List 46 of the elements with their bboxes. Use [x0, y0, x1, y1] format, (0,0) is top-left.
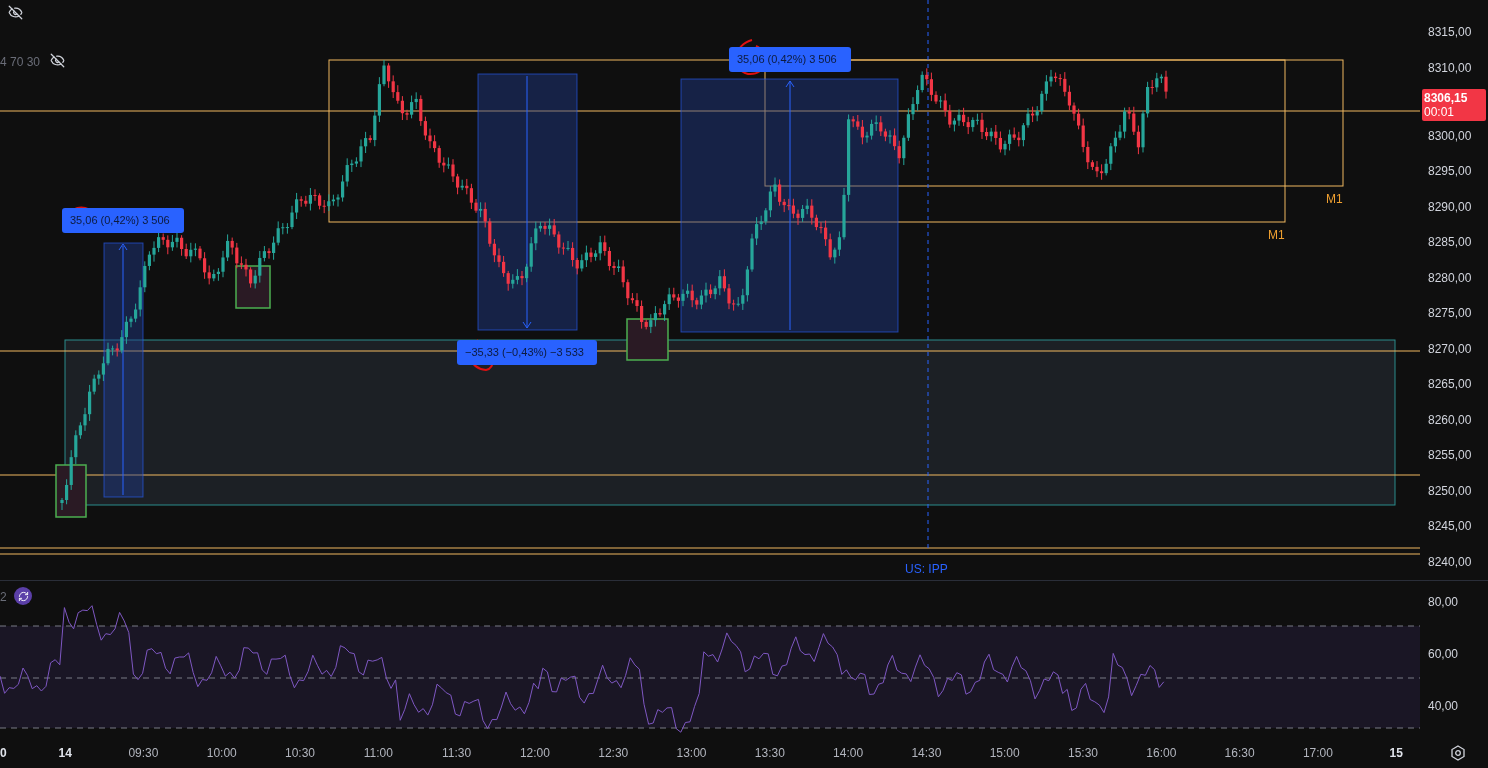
time-tick: 11:00 — [362, 745, 394, 762]
time-tick: 16:00 — [1145, 745, 1178, 762]
measure-label: 35,06 (0,42%) 3 506 — [62, 208, 184, 233]
time-tick: 14:00 — [832, 745, 865, 762]
time-tick: 14 — [57, 745, 73, 762]
price-tick: 8290,00 — [1428, 198, 1473, 216]
measure-label: 35,06 (0,42%) 3 506 — [729, 47, 851, 72]
price-tick: 8240,00 — [1428, 553, 1473, 571]
rsi-tick: 40,00 — [1428, 698, 1460, 715]
zone-label: M1 — [1326, 191, 1343, 208]
time-tick: 13:00 — [675, 745, 708, 762]
time-tick: 14:30 — [910, 745, 943, 762]
price-tick: 8280,00 — [1428, 269, 1473, 287]
time-tick: 10:30 — [284, 745, 317, 762]
time-tick: 17:00 — [1301, 745, 1334, 762]
price-tick: 8295,00 — [1428, 163, 1473, 180]
event-label: US: IPP — [905, 561, 948, 578]
time-tick: 09:30 — [127, 745, 160, 762]
last-price-badge: 8306,15 00:01 — [1422, 89, 1486, 121]
price-tick: 8260,00 — [1428, 411, 1473, 429]
price-tick: 8270,00 — [1428, 340, 1473, 358]
price-tick: 8255,00 — [1428, 447, 1473, 464]
zone-label: M1 — [1268, 227, 1285, 244]
price-tick: 8275,00 — [1428, 305, 1473, 322]
measure-label: −35,33 (−0,43%) −3 533 — [457, 340, 597, 365]
price-tick: 8300,00 — [1428, 127, 1473, 145]
time-tick: 15 — [1388, 745, 1404, 762]
price-tick: 8245,00 — [1428, 518, 1473, 535]
time-tick: 11:30 — [441, 745, 473, 762]
time-tick: 13:30 — [753, 745, 786, 762]
rsi-params: 2 — [0, 589, 7, 606]
time-tick: 15:00 — [988, 745, 1021, 762]
price-tick: 8250,00 — [1428, 482, 1473, 500]
rsi-tick: 80,00 — [1428, 594, 1460, 611]
time-tick: 16:30 — [1223, 745, 1256, 762]
price-tick: 8265,00 — [1428, 376, 1473, 393]
rsi-tick: 60,00 — [1428, 646, 1460, 663]
price-tick: 8315,00 — [1428, 24, 1473, 41]
price-tick: 8310,00 — [1428, 59, 1473, 77]
indicator-params: 4 70 30 — [0, 54, 41, 71]
time-tick: 10:00 — [205, 745, 238, 762]
time-tick: 12:30 — [597, 745, 630, 762]
time-tick: 0 — [0, 745, 8, 762]
time-tick: 15:30 — [1067, 745, 1099, 762]
price-tick: 8285,00 — [1428, 234, 1473, 251]
time-tick: 12:00 — [518, 745, 551, 762]
